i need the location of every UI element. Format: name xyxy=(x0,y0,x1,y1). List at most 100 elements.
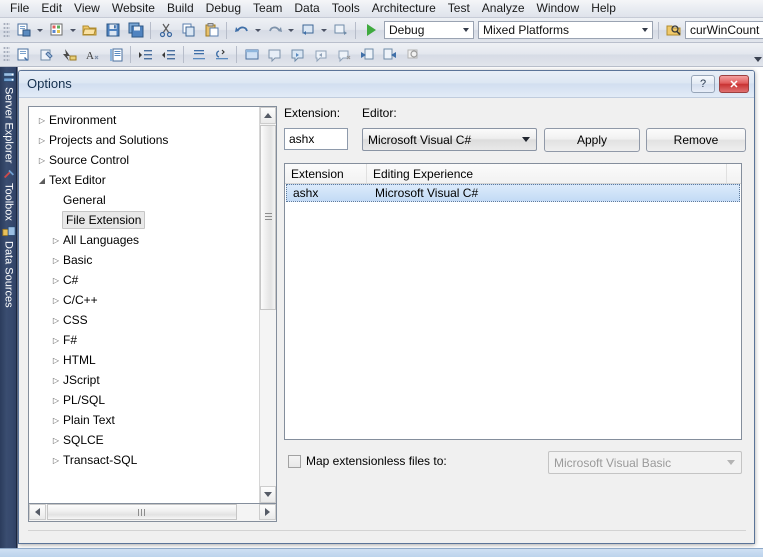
menu-item-debug[interactable]: Debug xyxy=(200,0,247,17)
tree-item-basic[interactable]: ▷ Basic xyxy=(29,250,260,270)
column-header-editing-experience[interactable]: Editing Experience xyxy=(367,164,727,183)
navigate-backward-icon[interactable] xyxy=(297,20,318,40)
open-file-icon[interactable] xyxy=(79,20,100,40)
tree-item-fsharp[interactable]: ▷ F# xyxy=(29,330,260,350)
step-into-icon[interactable] xyxy=(356,45,377,65)
chevron-right-icon[interactable]: ▷ xyxy=(49,270,63,290)
chevron-right-icon[interactable]: ▷ xyxy=(49,290,63,310)
chevron-right-icon[interactable]: ▷ xyxy=(49,230,63,250)
menu-item-team[interactable]: Team xyxy=(247,0,288,17)
chevron-down-icon[interactable] xyxy=(459,22,473,38)
save-icon[interactable] xyxy=(102,20,123,40)
menu-item-build[interactable]: Build xyxy=(161,0,200,17)
chevron-down-icon[interactable] xyxy=(721,452,741,473)
column-header-extension[interactable]: Extension xyxy=(285,164,367,183)
close-icon[interactable]: ✕ xyxy=(719,75,749,93)
dialog-title-bar[interactable]: Options ? ✕ xyxy=(19,71,754,98)
tree-item-text-editor[interactable]: ◢ Text Editor xyxy=(29,170,260,190)
menu-item-help[interactable]: Help xyxy=(585,0,622,17)
chevron-right-icon[interactable]: ▷ xyxy=(35,130,49,150)
map-extensionless-combo[interactable]: Microsoft Visual Basic xyxy=(548,451,742,474)
chevron-down-icon[interactable]: ◢ xyxy=(35,170,49,190)
bookmark-icon[interactable] xyxy=(264,45,285,65)
toolbox-icon[interactable]: A xyxy=(82,45,103,65)
tree-item-file-extension[interactable]: File Extension xyxy=(29,210,260,230)
chevron-right-icon[interactable]: ▷ xyxy=(49,390,63,410)
map-extensionless-checkbox[interactable] xyxy=(288,455,301,468)
uncomment-icon[interactable] xyxy=(211,45,232,65)
find-combo-input[interactable]: curWinCount xyxy=(685,21,763,39)
dock-tab-data-sources[interactable]: Data Sources xyxy=(0,221,16,308)
scroll-up-button[interactable] xyxy=(260,107,276,124)
options-tree[interactable]: ▷ Environment ▷ Projects and Solutions ▷… xyxy=(29,107,260,503)
tree-item-all-languages[interactable]: ▷ All Languages xyxy=(29,230,260,250)
chevron-right-icon[interactable]: ▷ xyxy=(49,450,63,470)
tree-vertical-scrollbar[interactable] xyxy=(259,107,276,503)
table-row[interactable]: ashx Microsoft Visual C# xyxy=(286,184,740,202)
tree-item-transact-sql[interactable]: ▷ Transact-SQL xyxy=(29,450,260,470)
cut-icon[interactable] xyxy=(155,20,176,40)
redo-dropdown-icon[interactable] xyxy=(286,20,296,40)
chevron-right-icon[interactable]: ▷ xyxy=(35,110,49,130)
paste-icon[interactable] xyxy=(201,20,222,40)
menu-item-window[interactable]: Window xyxy=(531,0,586,17)
copy-icon[interactable] xyxy=(178,20,199,40)
start-debugging-icon[interactable] xyxy=(360,20,381,40)
save-all-icon[interactable] xyxy=(125,20,146,40)
chevron-right-icon[interactable]: ▷ xyxy=(49,370,63,390)
menu-item-test[interactable]: Test xyxy=(442,0,476,17)
next-bookmark-icon[interactable] xyxy=(287,45,308,65)
find-in-files-icon[interactable] xyxy=(663,20,684,40)
undo-icon[interactable] xyxy=(231,20,252,40)
tree-item-csharp[interactable]: ▷ C# xyxy=(29,270,260,290)
dock-tab-toolbox[interactable]: Toolbox xyxy=(0,163,16,221)
step-over-icon[interactable] xyxy=(379,45,400,65)
scroll-right-button[interactable] xyxy=(259,504,276,520)
tree-item-general[interactable]: General xyxy=(29,190,260,210)
menu-item-analyze[interactable]: Analyze xyxy=(476,0,531,17)
menu-item-edit[interactable]: Edit xyxy=(35,0,68,17)
tree-item-css[interactable]: ▷ CSS xyxy=(29,310,260,330)
scroll-left-button[interactable] xyxy=(29,504,46,520)
step-out-icon[interactable] xyxy=(402,45,423,65)
toolbar-overflow-icon[interactable] xyxy=(752,45,763,65)
redo-icon[interactable] xyxy=(264,20,285,40)
new-project-dropdown-icon[interactable] xyxy=(35,20,45,40)
scroll-down-button[interactable] xyxy=(260,486,276,503)
tree-item-environment[interactable]: ▷ Environment xyxy=(29,110,260,130)
chevron-right-icon[interactable]: ▷ xyxy=(49,350,63,370)
indent-icon[interactable] xyxy=(135,45,156,65)
document-outline-icon[interactable] xyxy=(105,45,126,65)
chevron-right-icon[interactable]: ▷ xyxy=(49,330,63,350)
new-window-icon[interactable] xyxy=(241,45,262,65)
chevron-right-icon[interactable]: ▷ xyxy=(49,410,63,430)
help-button[interactable]: ? xyxy=(691,75,715,93)
chevron-right-icon[interactable]: ▷ xyxy=(35,150,49,170)
undo-dropdown-icon[interactable] xyxy=(253,20,263,40)
dock-tab-server-explorer[interactable]: Server Explorer xyxy=(0,67,16,163)
menu-item-website[interactable]: Website xyxy=(106,0,161,17)
scrollbar-thumb[interactable] xyxy=(47,504,237,520)
editor-combo[interactable]: Microsoft Visual C# xyxy=(362,128,537,151)
tree-item-sqlce[interactable]: ▷ SQLCE xyxy=(29,430,260,450)
menu-item-view[interactable]: View xyxy=(68,0,106,17)
configuration-combo[interactable]: Debug xyxy=(384,21,474,39)
chevron-right-icon[interactable]: ▷ xyxy=(49,310,63,330)
navigate-backward-dropdown-icon[interactable] xyxy=(319,20,329,40)
tree-item-c-cpp[interactable]: ▷ C/C++ xyxy=(29,290,260,310)
outdent-icon[interactable] xyxy=(158,45,179,65)
solution-explorer-icon[interactable] xyxy=(13,45,34,65)
tree-horizontal-scrollbar[interactable] xyxy=(28,504,277,522)
tree-item-source-control[interactable]: ▷ Source Control xyxy=(29,150,260,170)
chevron-right-icon[interactable]: ▷ xyxy=(49,250,63,270)
add-new-item-icon[interactable] xyxy=(46,20,67,40)
menu-item-tools[interactable]: Tools xyxy=(326,0,366,17)
tree-item-plsql[interactable]: ▷ PL/SQL xyxy=(29,390,260,410)
toolbar-grip[interactable] xyxy=(3,21,10,39)
comment-icon[interactable] xyxy=(188,45,209,65)
toolbar-grip[interactable] xyxy=(3,46,10,63)
menu-item-data[interactable]: Data xyxy=(288,0,325,17)
new-project-icon[interactable] xyxy=(13,20,34,40)
menu-item-architecture[interactable]: Architecture xyxy=(366,0,442,17)
object-browser-icon[interactable] xyxy=(59,45,80,65)
